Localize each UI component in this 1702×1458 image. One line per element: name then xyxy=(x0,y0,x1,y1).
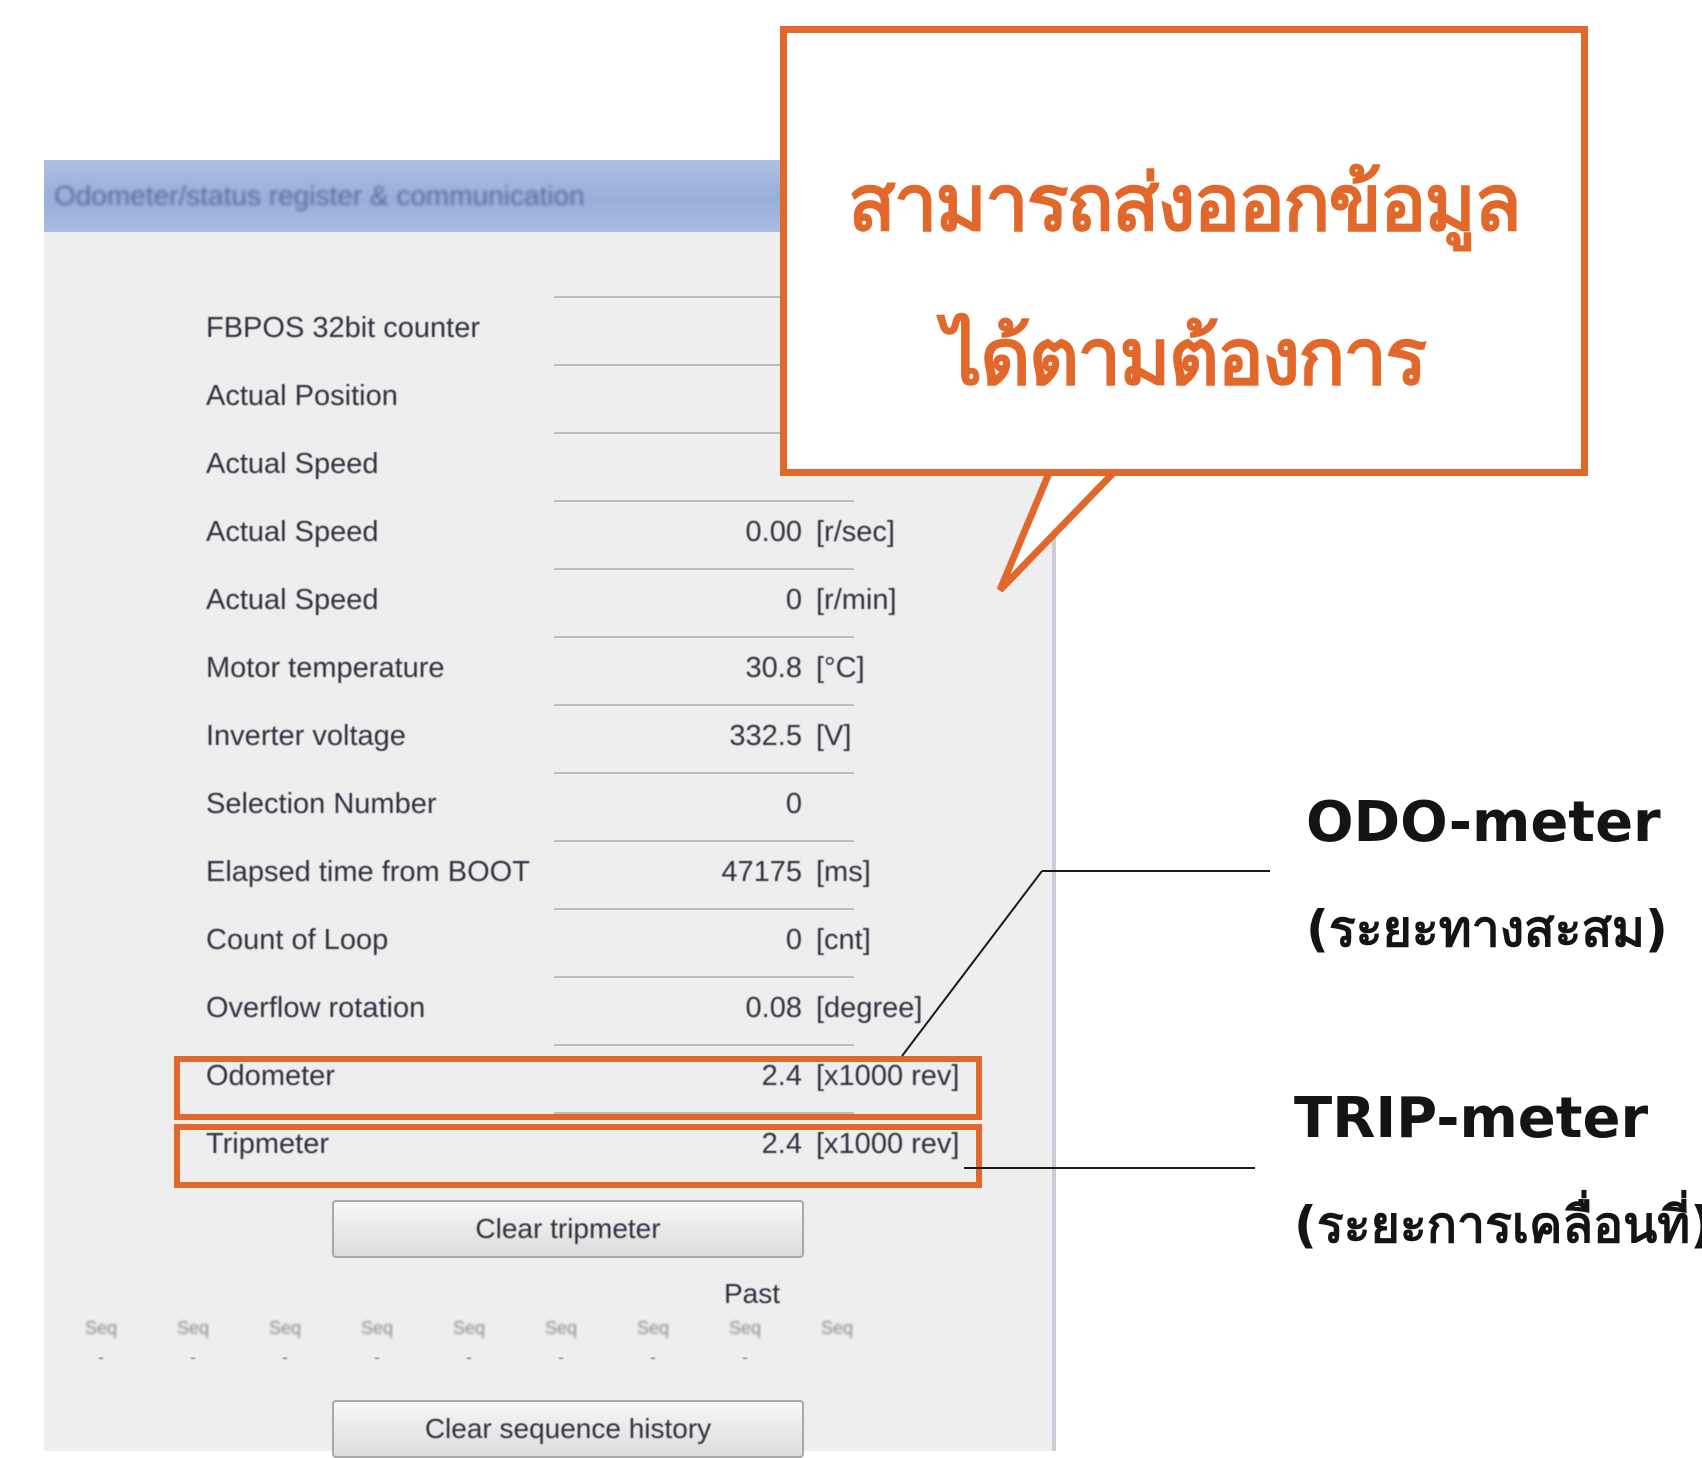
odo-meter-subtitle: (ระยะทางสะสม) xyxy=(1306,900,1668,958)
odo-meter-title: ODO-meter xyxy=(1306,790,1661,855)
odo-leader-diagonal xyxy=(901,870,1043,1057)
trip-meter-subtitle: (ระยะการเคลื่อนที่) xyxy=(1294,1196,1702,1254)
trip-meter-title: TRIP-meter xyxy=(1294,1086,1649,1151)
